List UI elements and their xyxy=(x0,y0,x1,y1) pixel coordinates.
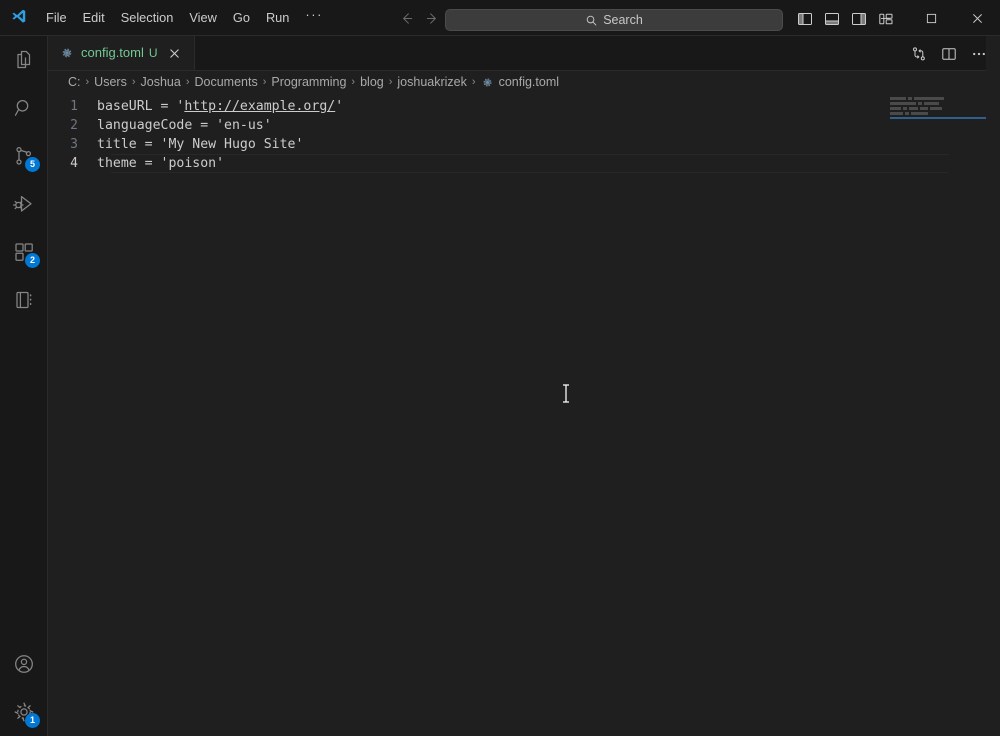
activity-accounts[interactable] xyxy=(0,640,47,688)
extensions-badge: 2 xyxy=(25,253,40,268)
breadcrumb: C: › Users › Joshua › Documents › Progra… xyxy=(48,71,1000,93)
breadcrumb-separator: › xyxy=(351,76,356,88)
code-segment: baseURL = ' xyxy=(97,99,185,114)
vscode-window: File Edit Selection View Go Run ··· Sear… xyxy=(0,0,1000,736)
code-text: languageCode = 'en-us' xyxy=(97,118,272,133)
breadcrumb-item-users[interactable]: Users xyxy=(92,74,129,90)
minimap-line xyxy=(890,102,986,105)
breadcrumb-item-drive[interactable]: C: xyxy=(66,74,83,90)
menu-bar: File Edit Selection View Go Run ··· xyxy=(38,0,331,36)
menu-file[interactable]: File xyxy=(38,6,75,30)
code-text: theme = 'poison' xyxy=(97,156,225,171)
minimap[interactable] xyxy=(890,97,986,177)
close-button[interactable] xyxy=(954,0,1000,36)
toggle-primary-sidebar-icon[interactable] xyxy=(795,10,815,28)
editor-right-edge xyxy=(986,36,1000,736)
minimap-current-line-marker xyxy=(890,117,986,119)
menu-selection[interactable]: Selection xyxy=(113,6,182,30)
minimize-button[interactable] xyxy=(862,0,908,36)
line-number: 4 xyxy=(70,156,78,171)
activity-run-debug[interactable] xyxy=(0,180,47,228)
menu-view[interactable]: View xyxy=(181,6,225,30)
line-number: 1 xyxy=(70,99,78,114)
activity-search[interactable] xyxy=(0,84,47,132)
code-segment: ' xyxy=(335,99,344,114)
title-bar: File Edit Selection View Go Run ··· Sear… xyxy=(0,0,1000,36)
breadcrumb-item-joshua[interactable]: Joshua xyxy=(139,74,183,90)
arrow-right-icon[interactable] xyxy=(424,10,440,26)
vscode-logo-icon xyxy=(0,0,36,36)
tab-close-icon[interactable] xyxy=(166,44,184,62)
code-text: baseURL = 'http://example.org/' xyxy=(92,97,343,116)
url-link[interactable]: http://example.org/ xyxy=(184,99,335,114)
code-text: title = 'My New Hugo Site' xyxy=(97,137,304,152)
code-line-2: 2 languageCode = 'en-us' xyxy=(48,116,1000,135)
arrow-left-icon[interactable] xyxy=(398,10,414,26)
toml-gear-icon xyxy=(59,45,75,61)
activity-notebook[interactable] xyxy=(0,276,47,324)
activity-explorer[interactable] xyxy=(0,36,47,84)
menu-go[interactable]: Go xyxy=(225,6,258,30)
search-placeholder: Search xyxy=(603,13,643,27)
minimap-line xyxy=(890,107,986,110)
editor-tab-actions xyxy=(906,36,992,71)
breadcrumb-item-file[interactable]: config.toml xyxy=(479,74,561,90)
code-lines: 1 baseURL = 'http://example.org/' 2 lang… xyxy=(48,97,1000,173)
menu-run[interactable]: Run xyxy=(258,6,297,30)
breadcrumb-item-documents[interactable]: Documents xyxy=(192,74,259,90)
search-input[interactable]: Search xyxy=(445,9,783,31)
minimap-line xyxy=(890,112,986,115)
editor-tab-bar: config.toml U xyxy=(48,36,1000,71)
split-editor-icon[interactable] xyxy=(936,42,962,66)
search-icon xyxy=(585,14,598,27)
toml-gear-icon xyxy=(481,76,494,89)
tab-config-toml[interactable]: config.toml U xyxy=(48,36,195,70)
toggle-panel-icon[interactable] xyxy=(822,10,842,28)
breadcrumb-separator: › xyxy=(85,76,90,88)
activity-bar: 5 2 1 xyxy=(0,36,48,736)
breadcrumb-separator: › xyxy=(471,76,476,88)
menu-more-button[interactable]: ··· xyxy=(297,8,331,28)
activity-bar-bottom: 1 xyxy=(0,640,47,736)
code-line-1: 1 baseURL = 'http://example.org/' xyxy=(48,97,1000,116)
menu-edit[interactable]: Edit xyxy=(75,6,113,30)
minimap-line xyxy=(890,97,986,100)
tab-label: config.toml xyxy=(81,45,144,60)
breadcrumb-separator: › xyxy=(185,76,190,88)
activity-source-control[interactable]: 5 xyxy=(0,132,47,180)
breadcrumb-file-label: config.toml xyxy=(498,75,560,89)
window-controls xyxy=(862,0,1000,36)
code-line-3: 3 title = 'My New Hugo Site' xyxy=(48,135,1000,154)
breadcrumb-separator: › xyxy=(388,76,393,88)
code-editor[interactable]: 1 baseURL = 'http://example.org/' 2 lang… xyxy=(48,93,1000,736)
breadcrumb-item-joshuakrizek[interactable]: joshuakrizek xyxy=(395,74,468,90)
breadcrumb-item-programming[interactable]: Programming xyxy=(269,74,348,90)
source-control-badge: 5 xyxy=(25,157,40,172)
activity-extensions[interactable]: 2 xyxy=(0,228,47,276)
code-line-4: 4 theme = 'poison' xyxy=(48,154,1000,173)
settings-badge: 1 xyxy=(25,713,40,728)
maximize-button[interactable] xyxy=(908,0,954,36)
breadcrumb-separator: › xyxy=(262,76,267,88)
line-number: 3 xyxy=(70,137,78,152)
breadcrumb-separator: › xyxy=(131,76,136,88)
line-number: 2 xyxy=(70,118,78,133)
breadcrumb-item-blog[interactable]: blog xyxy=(358,74,386,90)
current-line-highlight xyxy=(111,154,949,173)
open-changes-icon[interactable] xyxy=(906,42,932,66)
editor-group: config.toml U C: › Users › Joshua › Docu… xyxy=(48,36,1000,736)
mouse-ibeam-cursor xyxy=(562,384,570,403)
activity-settings[interactable]: 1 xyxy=(0,688,47,736)
navigation-arrows xyxy=(398,10,440,26)
tab-git-status: U xyxy=(148,46,158,60)
